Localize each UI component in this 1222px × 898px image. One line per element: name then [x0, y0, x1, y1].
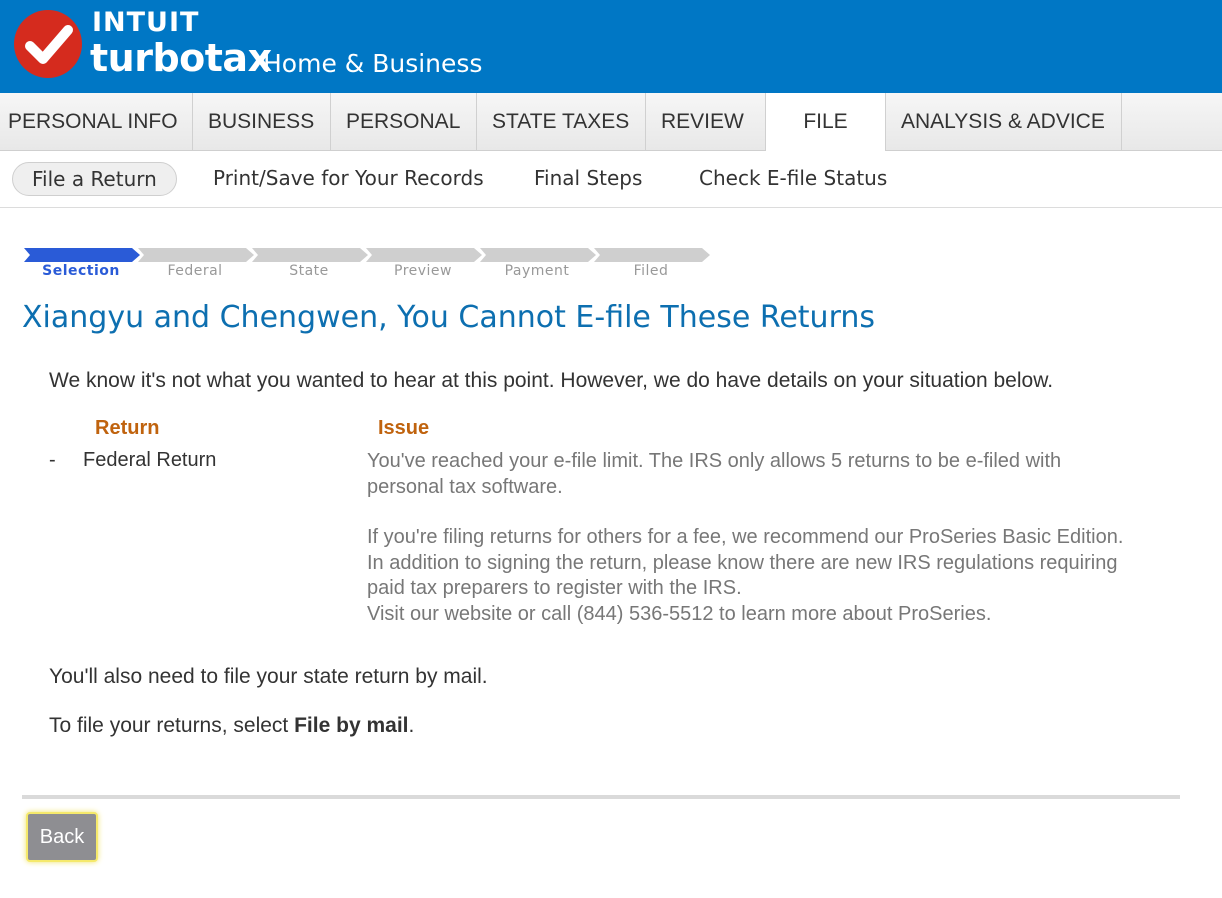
- file-note: To file your returns, select File by mai…: [49, 714, 414, 738]
- step-label-payment: Payment: [504, 263, 570, 279]
- subnav-file-a-return[interactable]: File a Return: [12, 162, 177, 196]
- issue-line: If you're filing returns for others for …: [367, 526, 1124, 548]
- step-label-state: State: [289, 263, 329, 279]
- issue-line: paid tax preparers to register with the …: [367, 577, 742, 599]
- progress-segment-payment: [480, 248, 596, 262]
- tab-analysis-advice[interactable]: ANALYSIS & ADVICE: [886, 93, 1122, 150]
- footer-divider: [22, 795, 1180, 799]
- brand-intuit: INTUIT: [92, 7, 200, 38]
- step-label-preview: Preview: [394, 263, 452, 279]
- file-by-mail-emphasis: File by mail: [294, 714, 409, 737]
- progress-bar: [24, 248, 710, 262]
- app-header: INTUIT turbotax Home & Business: [0, 0, 1222, 93]
- tab-state-taxes[interactable]: STATE TAXES: [477, 93, 646, 150]
- checkmark-icon: [14, 10, 82, 78]
- brand-turbotax: turbotax: [90, 36, 272, 80]
- page-title: Xiangyu and Chengwen, You Cannot E-file …: [22, 300, 876, 335]
- issue-line: Visit our website or call (844) 536-5512…: [367, 602, 992, 625]
- sub-nav: File a Return Print/Save for Your Record…: [0, 151, 1222, 208]
- main-nav: PERSONAL INFO BUSINESS PERSONAL STATE TA…: [0, 93, 1222, 151]
- state-note: You'll also need to file your state retu…: [49, 665, 488, 688]
- tab-business[interactable]: BUSINESS: [193, 93, 331, 150]
- brand-edition: Home & Business: [263, 49, 483, 78]
- column-header-return: Return: [95, 417, 160, 439]
- file-note-suffix: .: [408, 714, 415, 737]
- progress-tracker: Selection Federal State Preview Payment …: [24, 247, 714, 279]
- tab-review[interactable]: REVIEW: [646, 93, 766, 150]
- step-label-federal: Federal: [167, 263, 223, 279]
- issue-line: personal tax software.: [367, 475, 563, 498]
- return-name: Federal Return: [83, 449, 217, 471]
- subnav-print-save[interactable]: Print/Save for Your Records: [213, 162, 484, 196]
- progress-segment-federal: [138, 248, 254, 262]
- issue-text: You've reached your e-file limit. The IR…: [367, 449, 1187, 627]
- progress-segment-filed: [594, 248, 710, 262]
- step-label-selection: Selection: [42, 263, 120, 279]
- back-button[interactable]: Back: [26, 812, 98, 862]
- progress-segment-state: [252, 248, 368, 262]
- issue-line: In addition to signing the return, pleas…: [367, 551, 1118, 574]
- issue-line: You've reached your e-file limit. The IR…: [367, 450, 1062, 472]
- file-note-prefix: To file your returns, select: [49, 714, 295, 737]
- column-header-issue: Issue: [378, 417, 430, 439]
- row-bullet: -: [49, 449, 56, 471]
- step-label-filed: Filed: [633, 263, 669, 279]
- progress-segment-preview: [366, 248, 482, 262]
- subnav-final-steps[interactable]: Final Steps: [534, 162, 642, 196]
- tab-personal-info[interactable]: PERSONAL INFO: [0, 93, 193, 150]
- subnav-check-efile-status[interactable]: Check E-file Status: [699, 162, 887, 196]
- tab-personal[interactable]: PERSONAL: [331, 93, 477, 150]
- progress-segment-selection: [24, 248, 140, 262]
- intro-text: We know it's not what you wanted to hear…: [49, 369, 1054, 392]
- tab-file[interactable]: FILE: [766, 93, 886, 151]
